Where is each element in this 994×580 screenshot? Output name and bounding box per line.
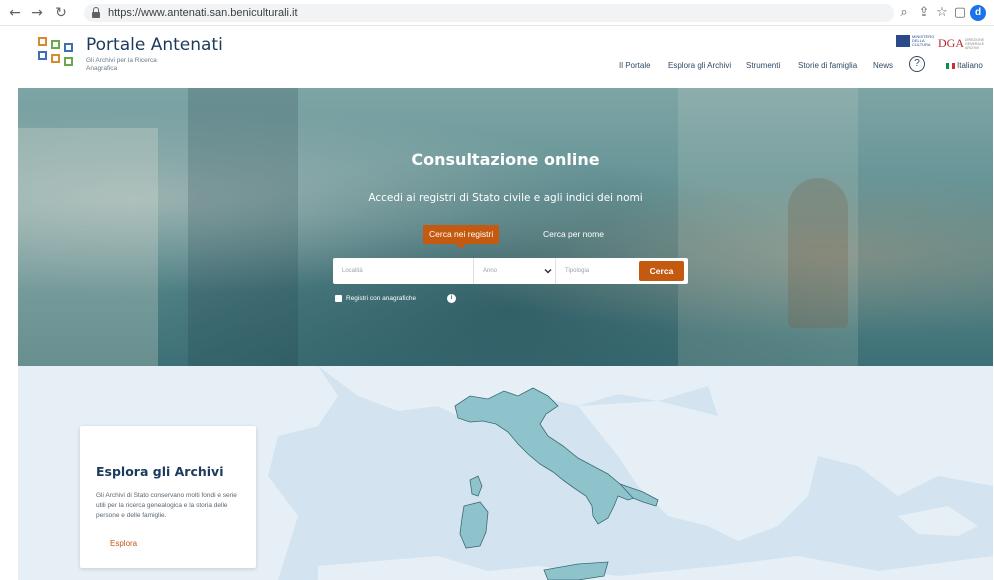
reload-icon[interactable]: ↻ — [52, 4, 70, 22]
dga-logo[interactable]: DGA — [938, 36, 964, 51]
dga-logo-subtext: DIREZIONE GENERALE ARCHIVI — [965, 38, 985, 50]
nav-item-il-portale[interactable]: Il Portale — [619, 61, 651, 70]
hero-banner: Consultazione online Accedi ai registri … — [18, 88, 993, 366]
chevron-down-icon — [543, 266, 553, 276]
lock-icon — [92, 7, 100, 18]
browser-toolbar: ← → ↻ https://www.antenati.san.benicultu… — [0, 0, 994, 26]
nav-item-storie-di-famiglia[interactable]: Storie di famiglia — [798, 61, 857, 70]
hero-title: Consultazione online — [411, 150, 600, 169]
tab-cerca-per-nome[interactable]: Cerca per nome — [543, 225, 604, 244]
address-url: https://www.antenati.san.beniculturali.i… — [108, 7, 298, 19]
registri-anagrafiche-label[interactable]: Registri con anagrafiche — [346, 293, 416, 304]
profile-avatar[interactable]: d — [970, 5, 986, 21]
card-description: Gli Archivi di Stato conservano molti fo… — [96, 492, 237, 519]
italy-sardinia — [459, 501, 489, 549]
address-bar[interactable]: https://www.antenati.san.beniculturali.i… — [84, 4, 894, 22]
map-land-africa — [318, 556, 993, 580]
tab-cerca-nei-registri[interactable]: Cerca nei registri — [423, 225, 500, 249]
hero-subtitle: Accedi ai registri di Stato civile e agl… — [368, 192, 643, 204]
localita-input[interactable]: Località — [333, 258, 474, 284]
hero-photo-dark-column — [188, 88, 298, 366]
card-title: Esplora gli Archivi — [96, 464, 224, 479]
registri-anagrafiche-checkbox[interactable] — [335, 295, 342, 302]
info-icon[interactable]: i — [447, 294, 456, 303]
main-nav: Il Portale Esplora gli Archivi Strumenti… — [0, 61, 994, 73]
back-arrow-icon[interactable]: ← — [6, 4, 24, 22]
esplora-link[interactable]: Esplora — [110, 539, 137, 548]
italy-corsica — [469, 475, 483, 497]
zoom-search-icon[interactable]: ⌕ — [896, 4, 912, 22]
language-selector[interactable]: Italiano — [957, 61, 983, 70]
cerca-button[interactable]: Cerca — [639, 261, 684, 281]
share-icon[interactable]: ⇪ — [916, 4, 932, 22]
help-question-icon[interactable]: ? — [909, 56, 925, 72]
bookmark-star-icon[interactable]: ☆ — [934, 4, 950, 22]
map-land-island-east — [898, 506, 978, 536]
italian-flag-icon — [946, 63, 955, 69]
nav-item-esplora-archivi[interactable]: Esplora gli Archivi — [668, 61, 731, 70]
forward-arrow-icon[interactable]: → — [28, 4, 46, 22]
tipologia-input[interactable]: Tipologia — [556, 258, 636, 284]
sidepanel-icon[interactable]: ▢ — [952, 4, 968, 22]
ministero-cultura-logo[interactable]: MINISTERO DELLA CULTURA — [896, 34, 935, 49]
mic-logo-text: MINISTERO DELLA CULTURA — [912, 34, 935, 47]
search-form: Località Anno Tipologia Cerca — [333, 258, 688, 284]
site-title[interactable]: Portale Antenati — [86, 35, 223, 55]
nav-item-strumenti[interactable]: Strumenti — [746, 61, 780, 70]
nav-item-news[interactable]: News — [873, 61, 893, 70]
site-header: Portale Antenati Gli Archivi per la Rice… — [0, 27, 994, 87]
esplora-archivi-card: Esplora gli Archivi Gli Archivi di Stato… — [80, 426, 256, 568]
